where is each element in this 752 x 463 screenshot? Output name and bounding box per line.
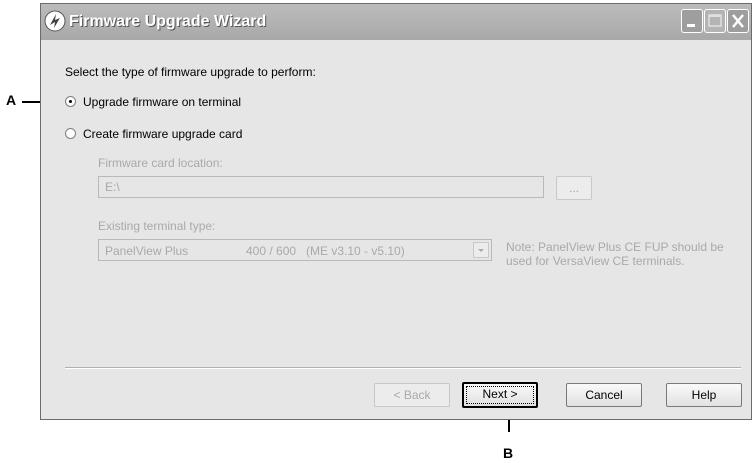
next-button[interactable]: Next >: [462, 382, 538, 408]
upgrade-type-prompt: Select the type of firmware upgrade to p…: [65, 65, 316, 79]
option-upgrade-terminal[interactable]: Upgrade firmware on terminal: [65, 94, 265, 110]
minimize-icon: [687, 24, 695, 27]
create-card-label: Create firmware upgrade card: [83, 127, 243, 141]
terminal-type-version: (ME v3.10 - v5.10): [306, 244, 405, 258]
dropdown-arrow-icon[interactable]: [473, 242, 489, 258]
terminal-type-select[interactable]: PanelView Plus 400 / 600 (ME v3.10 - v5.…: [98, 239, 492, 261]
callout-b-label: B: [503, 445, 514, 461]
back-button[interactable]: < Back: [374, 383, 450, 407]
cancel-button[interactable]: Cancel: [566, 383, 642, 407]
versaview-note: Note: PanelView Plus CE FUP should be us…: [506, 240, 724, 268]
upgrade-terminal-label: Upgrade firmware on terminal: [83, 95, 242, 109]
card-location-label: Firmware card location:: [98, 156, 223, 170]
wizard-window: Firmware Upgrade Wizard Select the type …: [40, 3, 752, 420]
help-button[interactable]: Help: [666, 383, 742, 407]
card-location-field[interactable]: E:\: [98, 176, 544, 198]
terminal-type-size: 400 / 600: [246, 244, 297, 258]
terminal-type-model: PanelView Plus: [105, 244, 189, 258]
callout-a-label: A: [6, 92, 17, 108]
create-card-radio[interactable]: [65, 128, 76, 139]
window-title: Firmware Upgrade Wizard: [69, 13, 267, 30]
app-icon: [44, 10, 66, 32]
browse-button[interactable]: ...: [556, 176, 592, 200]
button-separator: [65, 367, 741, 369]
option-create-card[interactable]: Create firmware upgrade card: [65, 126, 265, 142]
maximize-icon: [708, 14, 722, 27]
close-button[interactable]: [727, 9, 749, 33]
upgrade-terminal-radio[interactable]: [65, 96, 76, 107]
title-bar: Firmware Upgrade Wizard: [41, 4, 751, 40]
minimize-button[interactable]: [681, 9, 703, 33]
maximize-button[interactable]: [704, 9, 726, 33]
terminal-type-label: Existing terminal type:: [98, 219, 216, 233]
close-icon: [732, 14, 744, 28]
